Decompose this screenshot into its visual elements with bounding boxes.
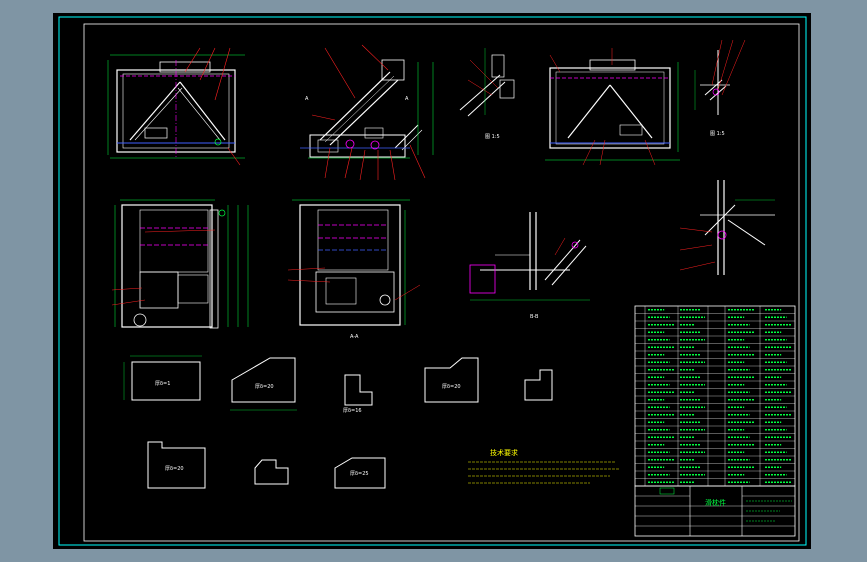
svg-text:图 1:5: 图 1:5 (710, 131, 725, 137)
svg-text:图 1:5: 图 1:5 (485, 134, 500, 140)
svg-text:A: A (405, 96, 409, 102)
plate-label: 厚δ=1 (155, 381, 170, 387)
plate-label: 厚δ=20 (442, 384, 461, 390)
svg-text:A: A (305, 96, 309, 102)
plate-label: 厚δ=16 (343, 408, 362, 414)
cad-drawing-window: A A 图 1:5 图 1:5 A-A B-B 厚δ=1 厚δ=20 厚δ=16… (0, 0, 867, 562)
svg-text:B-B: B-B (530, 314, 539, 320)
assembly-name: 滑枕件 (705, 498, 726, 507)
plate-label: 厚δ=20 (255, 384, 274, 390)
plate-label: 厚δ=20 (165, 466, 184, 472)
plate-label: 厚δ=25 (350, 471, 369, 477)
drawing-canvas: A A 图 1:5 图 1:5 A-A B-B 厚δ=1 厚δ=20 厚δ=16… (53, 13, 811, 549)
svg-text:A-A: A-A (350, 334, 359, 340)
tech-notes-title: 技术要求 (490, 448, 518, 457)
